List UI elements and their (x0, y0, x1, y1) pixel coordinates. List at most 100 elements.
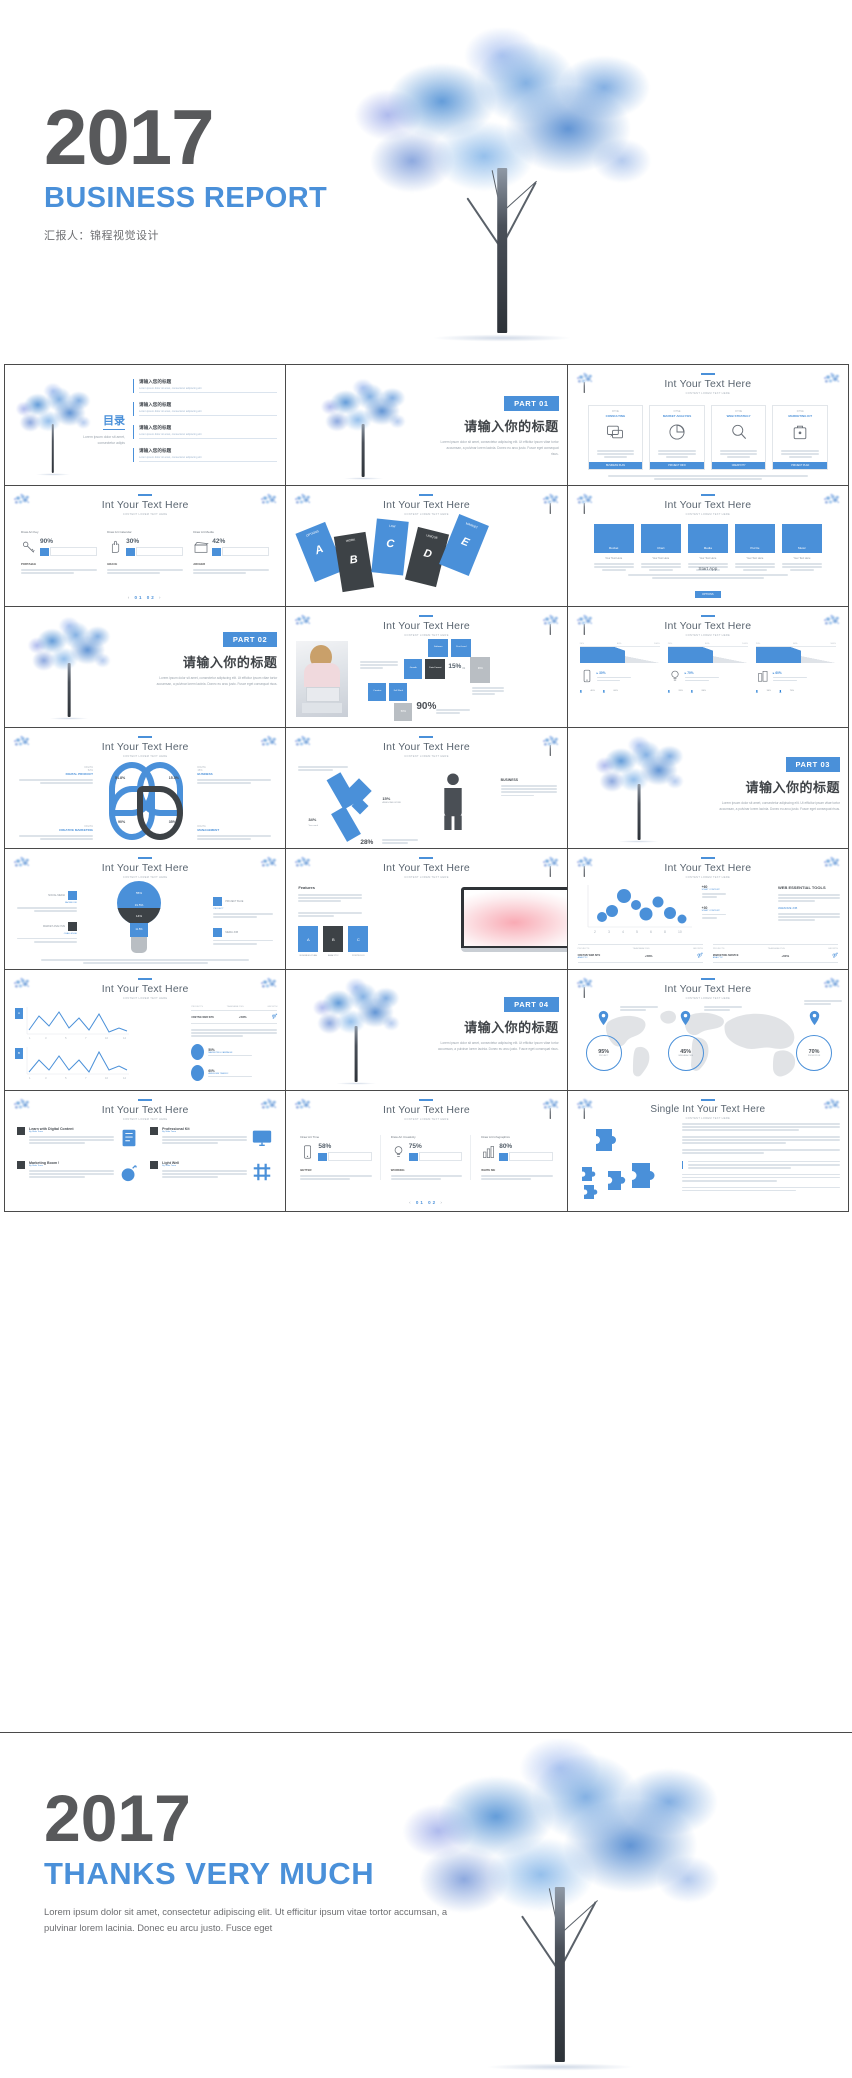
slide-subtitle: CONTENT LOREM TEXT HERE (122, 755, 168, 758)
block-label[interactable]: Full Work (389, 683, 408, 701)
slide-pager[interactable]: ‹ 01 02 › (286, 1200, 566, 1205)
pill-caption: AWESOME TRAFFIC (208, 1072, 229, 1075)
flower-chart: 54.8% 15.5% 90% 35% (107, 762, 185, 840)
building-icon (757, 671, 768, 682)
progress-item[interactable]: Draw Art Calendar 30% GRACE (107, 530, 184, 574)
slide-thumb-line-charts[interactable]: Int Your Text Here CONTENT LOREM TEXT HE… (5, 970, 287, 1091)
toc-item-title: 请输入您的标题 (139, 402, 172, 407)
feature-card[interactable]: FITNE MARKET ANALYSIS PROJECT INFO (649, 405, 705, 470)
slide-thumb-four-cards[interactable]: Int Your Text Here CONTENT LOREM TEXT HE… (567, 365, 849, 486)
laptop-card[interactable]: A BUSINESS PLAN (298, 926, 319, 957)
bar-item[interactable]: Draw Art Time 58% BETTER (300, 1135, 381, 1180)
slide-thumb-part-04[interactable]: PART 04 请输入你的标题 Lorem ipsum dolor sit am… (286, 970, 568, 1091)
tilted-card[interactable]: MARKET E (439, 513, 490, 577)
progress-item[interactable]: Draw Art Key 90% PORTABLE (21, 530, 98, 574)
slide-thumb-bulb-funnel[interactable]: Int Your Text Here CONTENT LOREM TEXT HE… (5, 849, 287, 970)
location-pin-icon (598, 1010, 609, 1026)
block-label[interactable]: Data Format (425, 659, 446, 679)
slide-subtitle: CONTENT LOREM TEXT HERE (122, 997, 168, 1000)
tile-item[interactable]: Puzzle Your Text Here (734, 524, 775, 571)
slide-thumb-bubble-chart[interactable]: Int Your Text Here CONTENT LOREM TEXT HE… (567, 849, 849, 970)
toc-item[interactable]: 请输入您的标题 Lorem ipsum dolor sit amet, cons… (133, 425, 278, 439)
tile-item[interactable]: Rocket Your Text Here (593, 524, 634, 571)
progress-item[interactable]: Draw Art Media 42% ARCHER (193, 530, 270, 574)
block-label[interactable]: Creative (368, 683, 387, 701)
feature-item[interactable]: Professional Kit By Slide Team (150, 1127, 273, 1149)
slide-thumb-feature-list[interactable]: Int Your Text Here CONTENT LOREM TEXT HE… (5, 1091, 287, 1212)
toc-item[interactable]: 请输入您的标题 Lorem ipsum dolor sit amet, cons… (133, 402, 278, 416)
laptop-card[interactable]: C PORTFOLIO (348, 926, 369, 957)
triangle-item[interactable]: 20% 60% 100% ▸ 60% 👤 30% 👤 70% (755, 643, 836, 693)
card-letter: E (459, 535, 472, 550)
card-button[interactable]: PROJECT PLAN (773, 461, 828, 469)
slide-title: Int Your Text Here (383, 741, 470, 753)
table-header: GROWTH (267, 1006, 278, 1008)
tag-label: SOCIAL MEDIA (48, 894, 65, 897)
progress-caption: GRACE (107, 562, 118, 566)
slide-thumb-photo-blocks[interactable]: Int Your Text Here CONTENT LOREM TEXT HE… (286, 607, 568, 728)
feature-card[interactable]: FITNE CONSULTING BUSINESS PLAN (587, 405, 644, 470)
map-marker[interactable]: 95% PROJECT (585, 1010, 622, 1071)
bar-item[interactable]: Draw Art Infographics 80% WHITE ME (481, 1135, 553, 1180)
card-button[interactable]: PROJECT INFO (650, 461, 704, 469)
feature-item[interactable]: Light Well By Slide Team (150, 1161, 273, 1183)
tile-item[interactable]: Media Your Text Here (687, 524, 728, 571)
part-title-zh: 请输入你的标题 (745, 780, 840, 795)
tile-item[interactable]: Music Your Text Here (781, 524, 822, 571)
map-marker[interactable]: 70% PROMOTION (796, 1010, 832, 1071)
laptop-card[interactable]: B ANALYTIC (323, 926, 344, 957)
feature-card[interactable]: FITNE MARKETING KIT PROJECT PLAN (772, 405, 829, 470)
slide-thumb-tilted-cards[interactable]: Int Your Text Here CONTENT LOREM TEXT HE… (286, 486, 568, 607)
svg-text:7: 7 (85, 1036, 87, 1040)
tilted-card[interactable]: LAW C (371, 518, 410, 576)
marker-caption: WEB ANALYSIS (678, 1055, 693, 1057)
footer-button[interactable]: OPTIONS (694, 591, 721, 598)
part-badge: PART 03 (785, 757, 840, 772)
pie-clock-icon (669, 424, 685, 440)
tile-caption: Your Text Here (793, 557, 811, 560)
svg-text:1: 1 (29, 1036, 31, 1040)
slide-thumb-part-01[interactable]: PART 01 请输入你的标题 Lorem ipsum dolor sit am… (286, 365, 568, 486)
slide-title: Int Your Text Here (664, 620, 752, 632)
slide-thumb-three-progress[interactable]: Int Your Text Here CONTENT LOREM TEXT HE… (5, 486, 287, 607)
triangle-item[interactable]: 20% 60% 100% ▸ 70% 👤 20% 👤 80% (667, 643, 748, 693)
slide-title: Int Your Text Here (383, 499, 470, 511)
bar-item[interactable]: Draw Art Creativity 75% WORKING (390, 1135, 472, 1180)
card-label: LAW (389, 523, 396, 529)
card-caption: ANALYTIC (328, 955, 339, 957)
feature-card[interactable]: FITNE WEB STRATEGY CREATIVITY (710, 405, 767, 470)
slide-thumb-five-tiles[interactable]: Int Your Text Here CONTENT LOREM TEXT HE… (567, 486, 849, 607)
feature-item[interactable]: Learn with Digital Content By Slide Team (17, 1127, 140, 1149)
slide-thumb-flower-chart[interactable]: Int Your Text Here CONTENT LOREM TEXT HE… (5, 728, 287, 849)
card-button[interactable]: CREATIVITY (711, 461, 766, 469)
block-label[interactable]: First Level (451, 639, 472, 657)
block-label[interactable]: Software (428, 639, 449, 657)
slide-thumb-laptop[interactable]: Int Your Text Here CONTENT LOREM TEXT HE… (286, 849, 568, 970)
slide-thumb-three-bars[interactable]: Int Your Text Here CONTENT LOREM TEXT HE… (286, 1091, 568, 1212)
slide-pager[interactable]: ‹ 01 02 › (5, 595, 285, 600)
block-label[interactable]: Growth (404, 659, 423, 679)
bar-label: Draw Art Time (300, 1135, 320, 1139)
line-chart-b: 1 3 5 7 10 12 (26, 1047, 129, 1080)
slide-thumb-toc[interactable]: 目录 Lorem ipsum dolor sit amet, consectet… (5, 365, 287, 486)
tile-item[interactable]: Chart Your Text Here (640, 524, 681, 571)
flower-petal[interactable] (137, 786, 183, 840)
slide-thumb-three-triangles[interactable]: Int Your Text Here CONTENT LOREM TEXT HE… (567, 607, 849, 728)
map-marker[interactable]: 45% WEB ANALYSIS (667, 1010, 704, 1071)
slide-thumb-part-02[interactable]: PART 02 请输入你的标题 Lorem ipsum dolor sit am… (5, 607, 287, 728)
slide-thumb-diamond-person[interactable]: Int Your Text Here CONTENT LOREM TEXT HE… (286, 728, 568, 849)
triangle-item[interactable]: 20% 60% 100% ▸ 30% 👤 40% 👤 60% (579, 643, 660, 693)
slide-thumb-part-03[interactable]: PART 03 请输入你的标题 Lorem ipsum dolor sit am… (567, 728, 849, 849)
toc-item[interactable]: 请输入您的标题 Lorem ipsum dolor sit amet, cons… (133, 379, 278, 393)
woman-at-desk-photo (296, 641, 349, 717)
feature-item[interactable]: Marketing Boom ! By Slide Team (17, 1161, 140, 1183)
bar-label: Draw Art Infographics (481, 1135, 510, 1139)
block-value-large: 90% (416, 701, 437, 712)
slide-thumb-puzzle[interactable]: Single Int Your Text Here CONTENT LOREM … (567, 1091, 849, 1212)
tilted-card[interactable]: WORK B (334, 531, 375, 593)
flower-legend: DIGITA CREATIVE MARKETING (19, 825, 93, 840)
slide-thumb-world-map[interactable]: Int Your Text Here CONTENT LOREM TEXT HE… (567, 970, 849, 1091)
toc-item[interactable]: 请输入您的标题 Lorem ipsum dolor sit amet, cons… (133, 448, 278, 462)
card-button[interactable]: BUSINESS PLAN (588, 461, 643, 469)
marker-caption: PROMOTION (807, 1055, 821, 1057)
